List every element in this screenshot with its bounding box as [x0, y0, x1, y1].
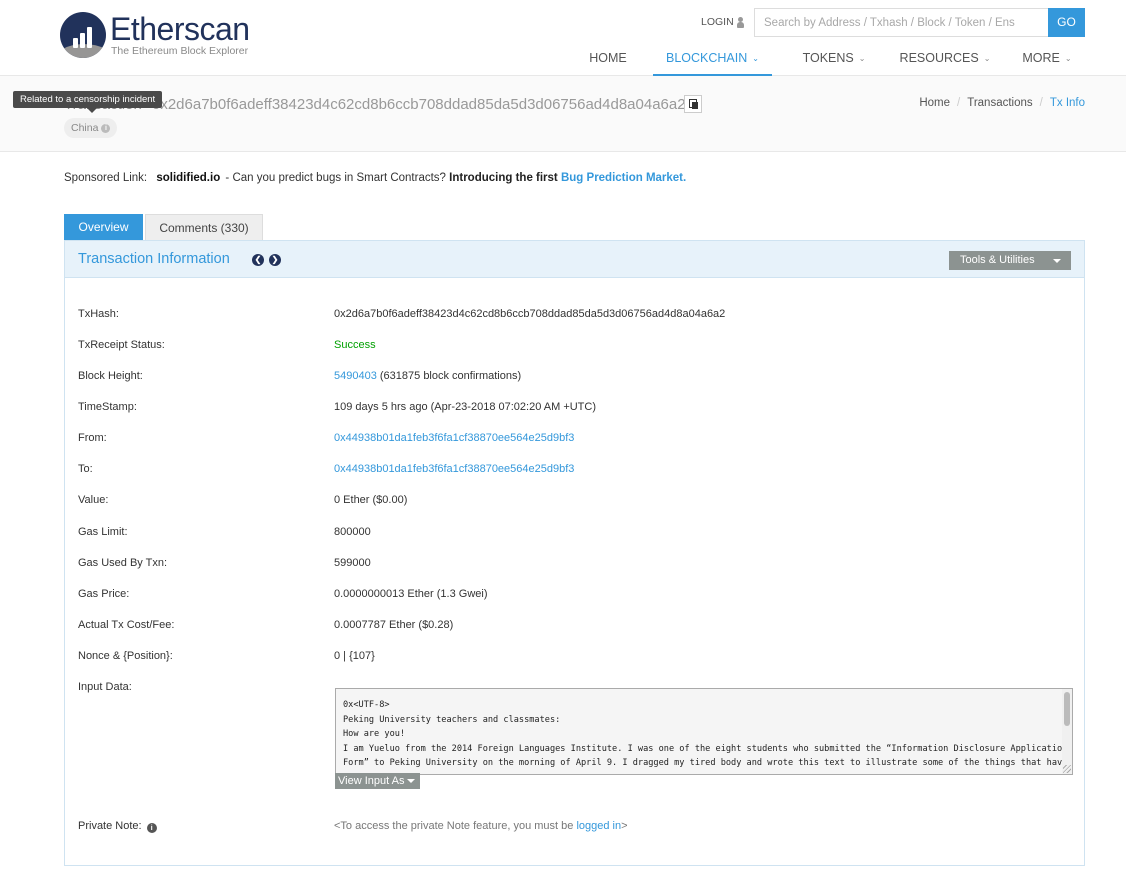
breadcrumb-transactions[interactable]: Transactions	[967, 97, 1032, 109]
block-link[interactable]: 5490403	[334, 370, 377, 382]
chevron-down-icon: ⌄	[752, 54, 759, 63]
login-label: LOGIN	[701, 16, 734, 28]
caret-down-icon	[1053, 259, 1061, 263]
login-link-inline[interactable]: logged in	[576, 820, 621, 832]
resize-handle[interactable]	[1063, 765, 1071, 773]
panel-title: Transaction Information	[78, 251, 230, 267]
etherscan-logo-icon	[60, 12, 106, 58]
logo-title: Etherscan	[110, 10, 250, 47]
from-address-link[interactable]: 0x44938b01da1feb3f6fa1cf38870ee564e25d9b…	[334, 432, 574, 444]
caret-down-icon	[407, 779, 415, 783]
view-input-as-button[interactable]: View Input As	[335, 773, 420, 789]
login-link[interactable]: LOGIN	[701, 16, 744, 28]
page-title-hash: 0x2d6a7b0f6adeff38423d4c62cd8b6ccb708dda…	[151, 96, 686, 113]
info-icon: i	[101, 123, 111, 133]
panel-header: Transaction Information ❮ ❯ Tools & Util…	[65, 241, 1084, 278]
scrollbar[interactable]	[1062, 689, 1072, 774]
user-icon	[736, 16, 744, 28]
tab-overview[interactable]: Overview	[64, 214, 143, 241]
go-button[interactable]: GO	[1048, 8, 1085, 37]
transaction-panel: Transaction Information ❮ ❯ Tools & Util…	[64, 240, 1085, 866]
chevron-down-icon: ⌄	[983, 54, 991, 63]
nav-blockchain[interactable]: BLOCKCHAIN ⌄	[653, 42, 772, 76]
chevron-right-icon[interactable]: ❯	[269, 254, 281, 266]
breadcrumb-current: Tx Info	[1049, 97, 1085, 109]
search-input[interactable]	[754, 8, 1049, 37]
site-header: Etherscan The Ethereum Block Explorer LO…	[0, 0, 1126, 76]
logo-subtitle: The Ethereum Block Explorer	[111, 44, 249, 57]
page-subheader: Transaction 0x2d6a7b0f6adeff38423d4c62cd…	[0, 76, 1126, 152]
nav-more[interactable]: MORE ⌄	[1013, 42, 1081, 76]
nav-home[interactable]: HOME	[580, 42, 636, 76]
nav-tokens[interactable]: TOKENS ⌄	[790, 42, 878, 76]
chevron-left-icon[interactable]: ❮	[252, 254, 264, 266]
censorship-tooltip: Related to a censorship incident	[13, 91, 163, 113]
etherscan-logo[interactable]: Etherscan The Ethereum Block Explorer	[60, 12, 250, 58]
status-value: Success	[334, 339, 376, 351]
input-data-textarea[interactable]: 0x<UTF-8> Peking University teachers and …	[335, 688, 1073, 775]
breadcrumb: Home / Transactions / Tx Info	[919, 97, 1085, 109]
chevron-down-icon: ⌄	[858, 54, 866, 63]
breadcrumb-home[interactable]: Home	[919, 97, 950, 109]
tab-comments[interactable]: Comments (330)	[145, 214, 263, 241]
sponsor-brand[interactable]: solidified.io	[156, 172, 220, 184]
chevron-down-icon: ⌄	[1064, 54, 1072, 63]
scrollbar-thumb[interactable]	[1064, 692, 1070, 726]
txhash-value: 0x2d6a7b0f6adeff38423d4c62cd8b6ccb708dda…	[334, 308, 726, 320]
to-address-link[interactable]: 0x44938b01da1feb3f6fa1cf38870ee564e25d9b…	[334, 463, 574, 475]
info-icon[interactable]: i	[146, 823, 157, 833]
sponsor-link[interactable]: Bug Prediction Market.	[561, 172, 686, 184]
copy-icon[interactable]	[684, 95, 702, 113]
nav-resources[interactable]: RESOURCES ⌄	[889, 42, 1001, 76]
tools-utilities-button[interactable]: Tools & Utilities	[949, 251, 1071, 270]
sponsored-link: Sponsored Link: solidified.io - Can you …	[64, 172, 687, 184]
tag-badge[interactable]: China i	[64, 118, 118, 138]
